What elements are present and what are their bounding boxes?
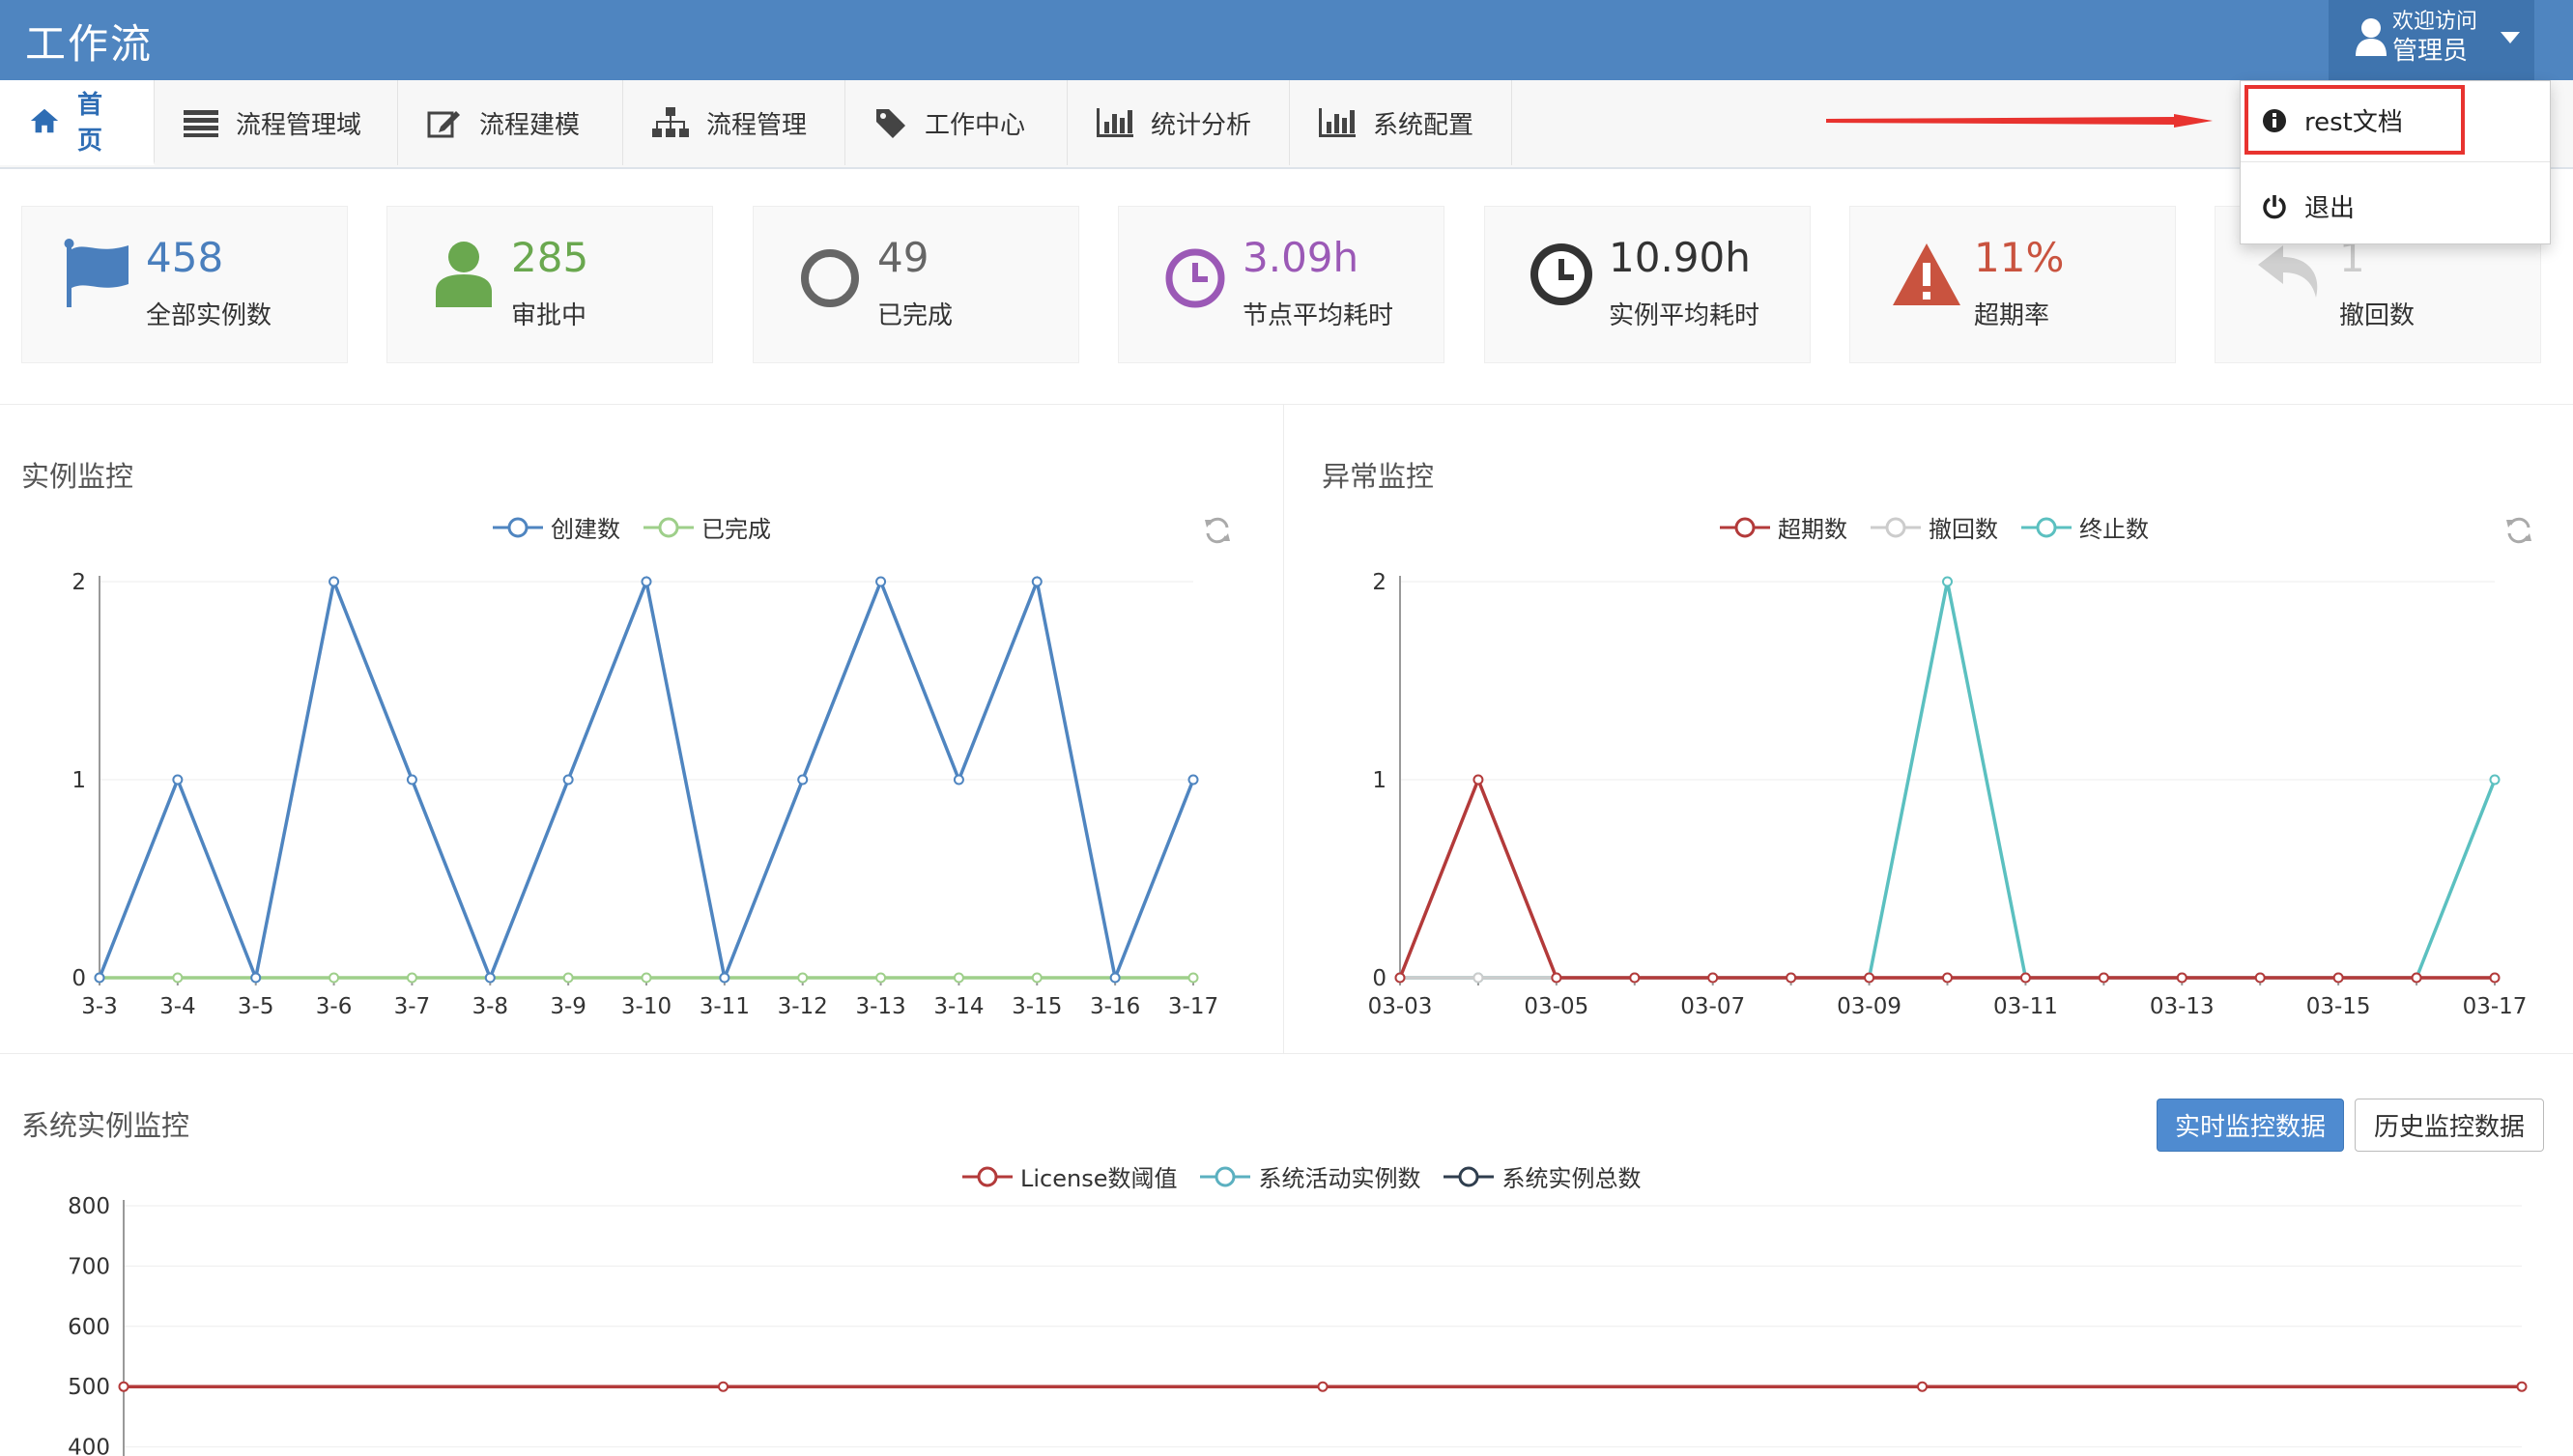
data-point xyxy=(875,972,887,984)
data-point xyxy=(1031,972,1043,984)
y-tick-label: 400 xyxy=(68,1436,110,1456)
y-tick-label: 800 xyxy=(68,1194,110,1219)
x-tick-label: 3-16 xyxy=(1090,994,1140,1019)
data-point xyxy=(875,576,887,587)
data-point xyxy=(406,972,417,984)
charts-canvas: 0 1 2 3-3 3-4 3-5 3-6 3-7 3-8 3-9 3-10 3-11 3-12 3-13… xyxy=(68,570,2528,1456)
x-tick-label: 3-13 xyxy=(855,994,905,1019)
data-point xyxy=(2516,1381,2528,1392)
x-tick-label: 3-3 xyxy=(81,994,118,1019)
x-tick-label: 3-6 xyxy=(316,994,353,1019)
data-point xyxy=(1472,774,1484,785)
data-point xyxy=(1187,774,1199,785)
x-tick-label: 3-17 xyxy=(1168,994,1218,1019)
data-point xyxy=(2332,972,2344,984)
data-point xyxy=(2489,774,2501,785)
data-point xyxy=(1472,972,1484,984)
data-point xyxy=(1317,1381,1329,1392)
data-point xyxy=(329,972,340,984)
data-point xyxy=(797,774,809,785)
data-point xyxy=(1942,576,1953,587)
data-point xyxy=(2098,972,2109,984)
data-point xyxy=(953,972,964,984)
y-tick-label: 2 xyxy=(71,570,86,595)
data-point xyxy=(1864,972,1875,984)
x-tick-label: 03-03 xyxy=(1368,994,1433,1019)
data-point xyxy=(1942,972,1953,984)
data-point xyxy=(1629,972,1641,984)
data-point xyxy=(1786,972,1797,984)
data-point xyxy=(562,972,574,984)
data-point xyxy=(1187,972,1199,984)
data-point xyxy=(2254,972,2266,984)
y-tick-label: 0 xyxy=(1372,966,1387,991)
data-point xyxy=(329,576,340,587)
data-point xyxy=(562,774,574,785)
data-point xyxy=(1394,972,1406,984)
x-tick-label: 3-4 xyxy=(159,994,196,1019)
data-point xyxy=(2176,972,2187,984)
y-tick-label: 600 xyxy=(68,1315,110,1340)
x-tick-label: 3-12 xyxy=(778,994,828,1019)
y-tick-label: 1 xyxy=(1372,768,1387,793)
data-point xyxy=(406,774,417,785)
y-tick-label: 0 xyxy=(71,966,86,991)
data-point xyxy=(719,972,730,984)
data-point xyxy=(2411,972,2422,984)
data-point xyxy=(172,774,184,785)
x-tick-label: 3-9 xyxy=(550,994,586,1019)
data-point xyxy=(2019,972,2031,984)
series-line xyxy=(1398,775,2495,980)
x-tick-label: 03-09 xyxy=(1837,994,1901,1019)
x-tick-label: 3-5 xyxy=(238,994,274,1019)
x-tick-label: 3-14 xyxy=(933,994,984,1019)
x-tick-label: 3-11 xyxy=(700,994,750,1019)
x-tick-label: 03-11 xyxy=(1993,994,2058,1019)
data-point xyxy=(172,972,184,984)
x-tick-label: 03-05 xyxy=(1524,994,1588,1019)
y-tick-label: 1 xyxy=(71,768,86,793)
y-tick-label: 500 xyxy=(68,1375,110,1400)
data-point xyxy=(1707,972,1719,984)
x-tick-label: 03-17 xyxy=(2463,994,2528,1019)
x-tick-label: 03-13 xyxy=(2150,994,2215,1019)
x-tick-label: 03-15 xyxy=(2306,994,2371,1019)
y-tick-label: 2 xyxy=(1372,570,1387,595)
data-point xyxy=(718,1381,729,1392)
data-point xyxy=(953,774,964,785)
data-point xyxy=(1917,1381,1928,1392)
data-point xyxy=(2489,972,2501,984)
x-tick-label: 03-07 xyxy=(1680,994,1745,1019)
data-point xyxy=(797,972,809,984)
data-point xyxy=(1109,972,1121,984)
x-tick-label: 3-7 xyxy=(394,994,431,1019)
data-point xyxy=(641,576,652,587)
data-point xyxy=(641,972,652,984)
x-tick-label: 3-15 xyxy=(1012,994,1062,1019)
data-point xyxy=(94,972,105,984)
y-tick-label: 700 xyxy=(68,1254,110,1279)
data-point xyxy=(1551,972,1562,984)
x-tick-label: 3-10 xyxy=(621,994,672,1019)
data-point xyxy=(484,972,496,984)
data-point xyxy=(250,972,262,984)
data-point xyxy=(1031,576,1043,587)
data-point xyxy=(118,1381,129,1392)
x-tick-label: 3-8 xyxy=(472,994,508,1019)
